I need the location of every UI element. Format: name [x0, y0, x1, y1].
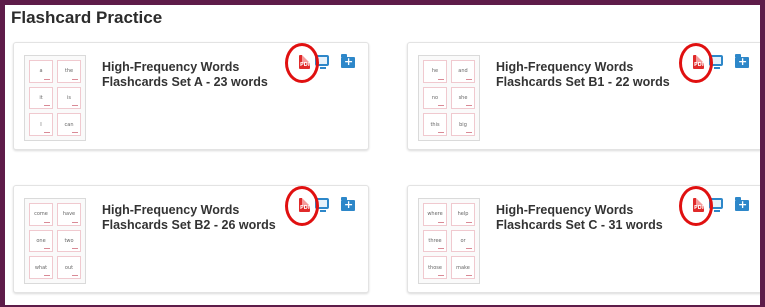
thumb-word: I	[29, 113, 53, 136]
thumb-word: make	[451, 256, 475, 279]
thumb-word: three	[423, 229, 447, 253]
flashcard-thumbnail[interactable]: where help three or those make	[418, 198, 480, 284]
resource-card-set-b2[interactable]: come have one two what out High-Frequenc…	[13, 185, 369, 293]
add-folder-icon[interactable]	[341, 197, 355, 211]
red-circle-annotation	[679, 43, 713, 83]
thumb-word: big	[451, 113, 475, 136]
page-title: Flashcard Practice	[11, 8, 163, 27]
card-title-link[interactable]: High-Frequency Words Flashcards Set C - …	[496, 203, 696, 233]
thumb-word: where	[423, 203, 447, 226]
thumb-word: have	[57, 203, 81, 226]
thumb-word: what	[29, 256, 53, 279]
thumb-word: she	[451, 86, 475, 110]
red-circle-annotation	[285, 43, 319, 83]
thumb-word: can	[57, 113, 81, 136]
thumb-word: two	[57, 229, 81, 253]
thumb-word: come	[29, 203, 53, 226]
thumb-word: or	[451, 229, 475, 253]
flashcard-thumbnail[interactable]: come have one two what out	[24, 198, 86, 284]
red-circle-annotation	[285, 186, 319, 226]
resource-card-set-c[interactable]: where help three or those make High-Freq…	[407, 185, 760, 293]
thumb-word: help	[451, 203, 475, 226]
thumb-word: is	[57, 86, 81, 110]
thumb-word: he	[423, 60, 447, 83]
card-title-link[interactable]: High-Frequency Words Flashcards Set A - …	[102, 60, 302, 90]
red-circle-annotation	[679, 186, 713, 226]
resource-card-set-b1[interactable]: he and no she this big High-Frequency Wo…	[407, 42, 760, 150]
flashcard-thumbnail[interactable]: he and no she this big	[418, 55, 480, 141]
add-folder-icon[interactable]	[341, 54, 355, 68]
card-title-link[interactable]: High-Frequency Words Flashcards Set B2 -…	[102, 203, 302, 233]
thumb-word: one	[29, 229, 53, 253]
add-folder-icon[interactable]	[735, 197, 749, 211]
add-folder-icon[interactable]	[735, 54, 749, 68]
flashcard-practice-panel: Flashcard Practice a the it is I can Hig…	[5, 5, 760, 305]
thumb-word: no	[423, 86, 447, 110]
resource-card-set-a[interactable]: a the it is I can High-Frequency Words F…	[13, 42, 369, 150]
thumb-word: out	[57, 256, 81, 279]
thumb-word: the	[57, 60, 81, 83]
flashcard-thumbnail[interactable]: a the it is I can	[24, 55, 86, 141]
thumb-word: those	[423, 256, 447, 279]
thumb-word: it	[29, 86, 53, 110]
card-title-link[interactable]: High-Frequency Words Flashcards Set B1 -…	[496, 60, 696, 90]
thumb-word: a	[29, 60, 53, 83]
thumb-word: this	[423, 113, 447, 136]
thumb-word: and	[451, 60, 475, 83]
